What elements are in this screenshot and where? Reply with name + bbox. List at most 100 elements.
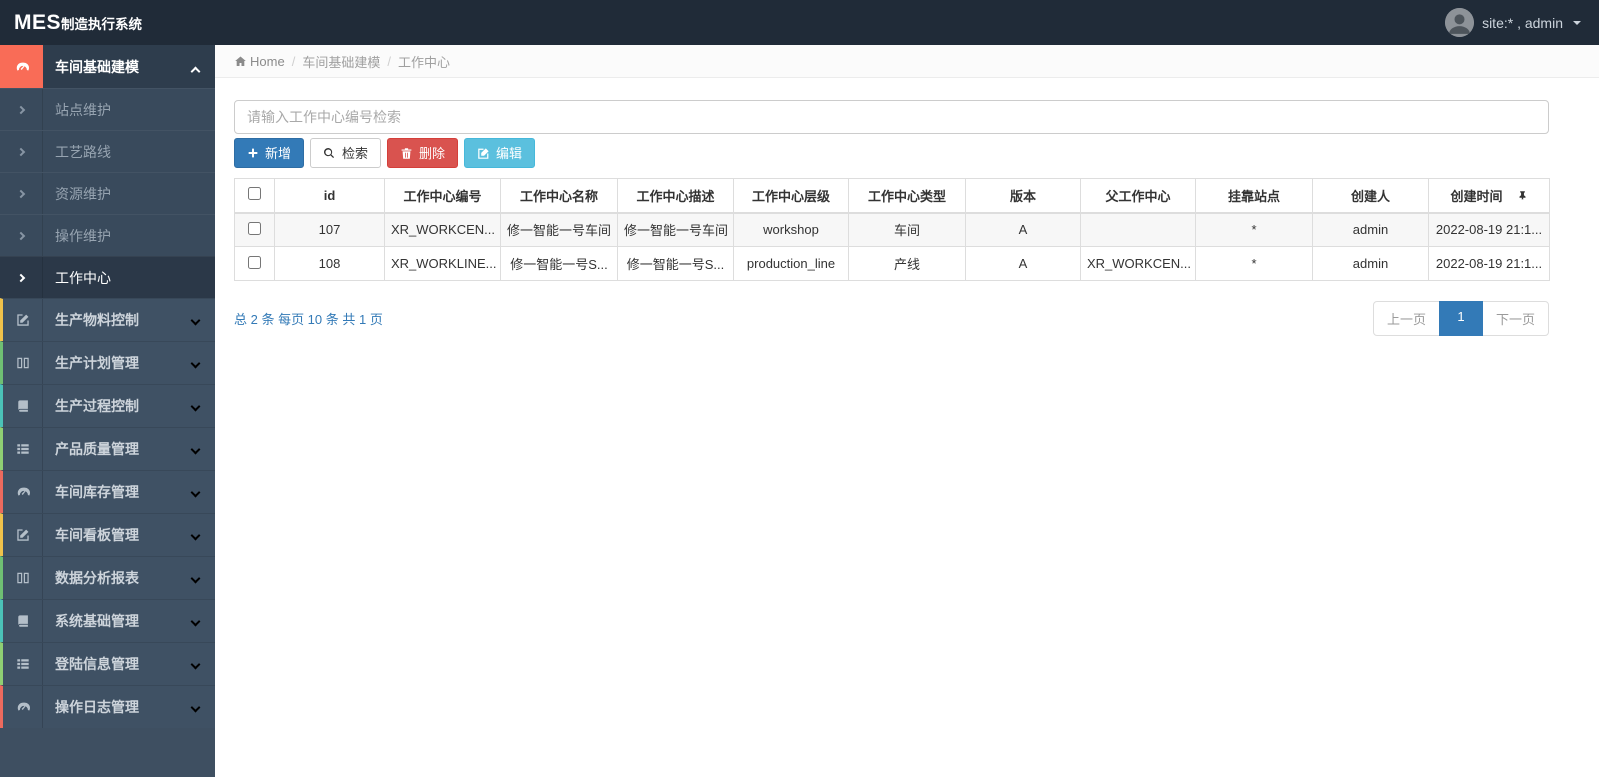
plus-icon bbox=[247, 147, 259, 159]
page-1-button[interactable]: 1 bbox=[1438, 301, 1483, 336]
prev-page-button[interactable]: 上一页 bbox=[1372, 301, 1440, 336]
user-menu[interactable]: site:* , admin bbox=[1445, 8, 1581, 37]
col-header-parent: 父工作中心 bbox=[1080, 178, 1196, 214]
cell-parent bbox=[1080, 212, 1196, 247]
chevron-down-icon bbox=[190, 483, 201, 501]
sidebar-item-label: 站点维护 bbox=[55, 101, 111, 118]
dashboard-icon bbox=[0, 45, 43, 88]
sidebar-item-resource-maintenance[interactable]: 资源维护 bbox=[0, 172, 215, 214]
breadcrumb-separator: / bbox=[387, 53, 391, 69]
search-input[interactable] bbox=[234, 100, 1549, 134]
sidebar-group-data-analysis-report[interactable]: 数据分析报表 bbox=[0, 556, 215, 599]
dashboard-icon bbox=[3, 686, 43, 728]
pagination-summary: 总 2 条 每页 10 条 共 1 页 bbox=[234, 312, 383, 327]
list-icon bbox=[3, 428, 43, 470]
chevron-right-icon bbox=[0, 131, 43, 172]
app-logo[interactable]: MES 制造执行系统 bbox=[14, 11, 142, 35]
chevron-right-icon bbox=[0, 215, 43, 256]
add-button-label: 新增 bbox=[265, 145, 292, 161]
columns-icon bbox=[3, 342, 43, 384]
sidebar-group-label: 登陆信息管理 bbox=[55, 656, 139, 672]
sidebar-group-product-quality-management[interactable]: 产品质量管理 bbox=[0, 427, 215, 470]
row-checkbox[interactable] bbox=[248, 221, 261, 235]
row-checkbox[interactable] bbox=[248, 255, 261, 269]
sidebar-item-work-center[interactable]: 工作中心 bbox=[0, 256, 215, 298]
edit-icon bbox=[3, 514, 43, 556]
dashboard-icon bbox=[3, 471, 43, 513]
breadcrumb-separator: / bbox=[291, 53, 296, 69]
next-page-button[interactable]: 下一页 bbox=[1481, 301, 1549, 336]
pin-icon[interactable] bbox=[1517, 190, 1528, 201]
sidebar-item-label: 操作维护 bbox=[55, 227, 111, 244]
chevron-down-icon bbox=[190, 397, 201, 415]
toolbar: 新增 检索 删除 编辑 bbox=[234, 138, 1549, 168]
breadcrumb-level1[interactable]: 车间基础建模 bbox=[302, 52, 380, 71]
cell-version: A bbox=[965, 212, 1081, 247]
sidebar-group-production-process-control[interactable]: 生产过程控制 bbox=[0, 384, 215, 427]
cell-level: workshop bbox=[733, 212, 849, 247]
top-navbar: MES 制造执行系统 site:* , admin bbox=[0, 0, 1599, 45]
sidebar-item-label: 资源维护 bbox=[55, 185, 111, 202]
chevron-down-icon bbox=[190, 526, 201, 544]
content-panel: 新增 检索 删除 编辑 bbox=[215, 78, 1599, 336]
cell-name: 修一智能一号S... bbox=[500, 246, 618, 281]
sidebar-group-workshop-kanban-management[interactable]: 车间看板管理 bbox=[0, 513, 215, 556]
avatar-photo bbox=[1445, 8, 1475, 37]
sidebar-group-label: 车间基础建模 bbox=[55, 58, 139, 75]
search-button-label: 检索 bbox=[342, 145, 369, 161]
chevron-down-icon bbox=[190, 354, 201, 372]
col-header-description: 工作中心描述 bbox=[617, 178, 734, 214]
add-button[interactable]: 新增 bbox=[234, 138, 305, 168]
col-header-id: id bbox=[274, 178, 385, 214]
sidebar-group-operation-log-management[interactable]: 操作日志管理 bbox=[0, 685, 215, 728]
edit-icon bbox=[3, 299, 43, 341]
sidebar-group-workshop-inventory-management[interactable]: 车间库存管理 bbox=[0, 470, 215, 513]
cell-description: 修一智能一号车间 bbox=[617, 212, 734, 247]
cell-code: XR_WORKCEN... bbox=[384, 212, 501, 247]
col-header-name: 工作中心名称 bbox=[500, 178, 618, 214]
cell-create-time: 2022-08-19 21:1... bbox=[1428, 212, 1550, 247]
sidebar-group-production-material-control[interactable]: 生产物料控制 bbox=[0, 298, 215, 341]
cell-creator: admin bbox=[1312, 246, 1429, 281]
edit-button-label: 编辑 bbox=[496, 145, 523, 161]
breadcrumb-home[interactable]: Home bbox=[234, 54, 285, 69]
cell-type: 车间 bbox=[848, 212, 966, 247]
sidebar-group-login-info-management[interactable]: 登陆信息管理 bbox=[0, 642, 215, 685]
search-button[interactable]: 检索 bbox=[310, 138, 382, 168]
cell-name: 修一智能一号车间 bbox=[500, 212, 618, 247]
sidebar-item-process-route[interactable]: 工艺路线 bbox=[0, 130, 215, 172]
cell-level: production_line bbox=[733, 246, 849, 281]
sidebar-group-production-plan-management[interactable]: 生产计划管理 bbox=[0, 341, 215, 384]
app-logo-bold: MES bbox=[14, 10, 62, 34]
edit-button[interactable]: 编辑 bbox=[464, 138, 536, 168]
sidebar-group-label: 数据分析报表 bbox=[55, 570, 139, 586]
col-header-version: 版本 bbox=[965, 178, 1081, 214]
col-header-creator: 创建人 bbox=[1312, 178, 1429, 214]
sidebar-group-workshop-base-modeling[interactable]: 车间基础建模 bbox=[0, 45, 215, 88]
delete-button[interactable]: 删除 bbox=[387, 138, 459, 168]
col-header-station: 挂靠站点 bbox=[1195, 178, 1313, 214]
table-row[interactable]: 107 XR_WORKCEN... 修一智能一号车间 修一智能一号车间 work… bbox=[234, 212, 1550, 247]
sidebar-group-label: 车间看板管理 bbox=[55, 527, 139, 543]
sidebar-item-label: 工作中心 bbox=[55, 269, 111, 286]
table-row[interactable]: 108 XR_WORKLINE... 修一智能一号S... 修一智能一号S...… bbox=[234, 246, 1550, 281]
cell-code: XR_WORKLINE... bbox=[384, 246, 501, 281]
breadcrumb-level2: 工作中心 bbox=[397, 54, 450, 70]
select-all-checkbox[interactable] bbox=[248, 187, 261, 201]
pagination: 总 2 条 每页 10 条 共 1 页 上一页 1 下一页 bbox=[234, 301, 1549, 336]
cell-version: A bbox=[965, 246, 1081, 281]
app-logo-subtitle: 制造执行系统 bbox=[61, 16, 143, 32]
sidebar-item-site-maintenance[interactable]: 站点维护 bbox=[0, 88, 215, 130]
main-content: Home / 车间基础建模 / 工作中心 新增 检索 删除 编辑 bbox=[215, 45, 1599, 777]
cell-parent: XR_WORKCEN... bbox=[1080, 246, 1196, 281]
work-center-table: id 工作中心编号 工作中心名称 工作中心描述 工作中心层级 工作中心类型 版本… bbox=[234, 178, 1550, 281]
table-header-row: id 工作中心编号 工作中心名称 工作中心描述 工作中心层级 工作中心类型 版本… bbox=[234, 178, 1550, 214]
cell-id: 107 bbox=[274, 212, 385, 247]
edit-square-icon bbox=[477, 147, 490, 160]
cell-station: * bbox=[1195, 212, 1313, 247]
book-icon bbox=[3, 385, 43, 427]
sidebar-item-operation-maintenance[interactable]: 操作维护 bbox=[0, 214, 215, 256]
cell-creator: admin bbox=[1312, 212, 1429, 247]
book-icon bbox=[3, 600, 43, 642]
sidebar-group-system-base-management[interactable]: 系统基础管理 bbox=[0, 599, 215, 642]
